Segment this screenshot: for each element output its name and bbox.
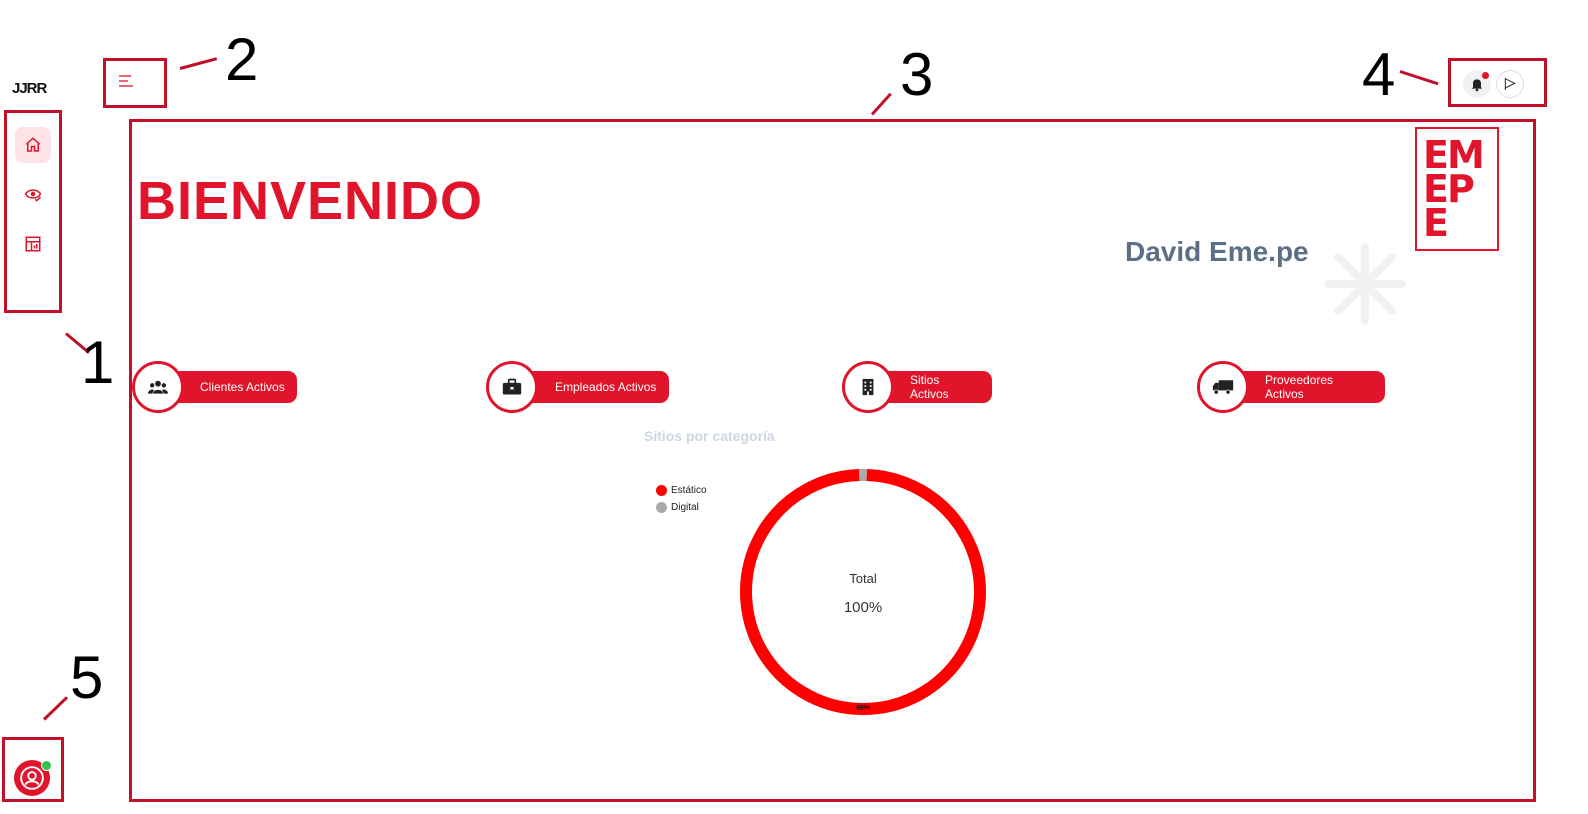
annotation-box-4: [1448, 58, 1547, 107]
annotation-number-3: 3: [900, 41, 934, 108]
annotation-box-2: [103, 58, 167, 108]
annotation-box-5: [2, 737, 64, 802]
annotation-pointer-3: [870, 92, 892, 116]
annotation-box-3: [129, 119, 1536, 802]
annotation-number-2: 2: [225, 26, 259, 93]
annotation-pointer-2: [179, 57, 218, 70]
annotation-number-1: 1: [81, 329, 115, 396]
app-logo: JJRR: [12, 80, 47, 97]
annotation-pointer-4: [1399, 70, 1439, 86]
annotation-number-4: 4: [1362, 41, 1396, 108]
annotation-pointer-5: [42, 696, 69, 721]
annotation-box-1: [4, 110, 62, 313]
annotation-number-5: 5: [70, 644, 104, 711]
